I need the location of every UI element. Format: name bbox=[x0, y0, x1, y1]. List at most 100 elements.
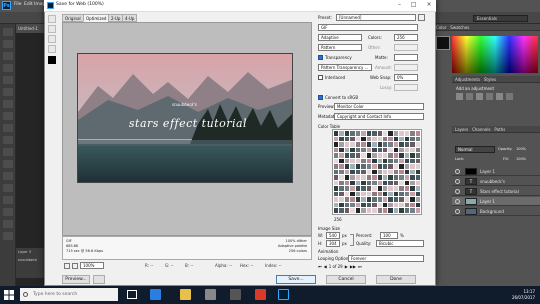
color-table-swatch[interactable] bbox=[372, 186, 377, 191]
cancel-button[interactable]: Cancel bbox=[326, 275, 366, 284]
color-table-swatch[interactable] bbox=[350, 147, 355, 153]
color-table-swatch[interactable] bbox=[382, 208, 388, 213]
color-table-swatch[interactable] bbox=[399, 136, 404, 142]
color-table-swatch[interactable] bbox=[339, 197, 344, 202]
eraser-tool-icon[interactable] bbox=[3, 148, 13, 156]
color-table-swatch[interactable] bbox=[334, 131, 339, 136]
color-table-swatch[interactable] bbox=[377, 142, 382, 147]
color-table-swatch[interactable] bbox=[410, 186, 415, 191]
color-table-swatch[interactable] bbox=[388, 136, 393, 142]
color-table-swatch[interactable] bbox=[410, 147, 415, 153]
eye-icon[interactable] bbox=[455, 209, 460, 214]
color-table[interactable] bbox=[332, 129, 422, 215]
maximize-icon[interactable]: □ bbox=[411, 1, 417, 8]
color-table-swatch[interactable] bbox=[350, 153, 355, 158]
color-table-swatch[interactable] bbox=[366, 169, 372, 175]
color-table-swatch[interactable] bbox=[339, 169, 344, 175]
preset-select[interactable]: [Unnamed] bbox=[336, 14, 416, 21]
blur-tool-icon[interactable] bbox=[3, 172, 13, 180]
color-table-swatch[interactable] bbox=[355, 131, 361, 136]
color-table-swatch[interactable] bbox=[393, 197, 399, 202]
color-table-swatch[interactable] bbox=[334, 164, 339, 169]
color-table-swatch[interactable] bbox=[415, 164, 420, 169]
color-table-swatch[interactable] bbox=[377, 180, 382, 186]
color-table-swatch[interactable] bbox=[339, 175, 344, 180]
preview-button[interactable]: Preview... bbox=[62, 275, 90, 284]
color-table-swatch[interactable] bbox=[344, 191, 350, 197]
eyedropper-color-swatch[interactable] bbox=[48, 56, 56, 64]
color-table-swatch[interactable] bbox=[404, 175, 410, 180]
file-explorer-icon[interactable] bbox=[180, 289, 191, 300]
color-table-swatch[interactable] bbox=[366, 131, 372, 136]
file-format-select[interactable]: GIF bbox=[318, 24, 418, 31]
color-table-swatch[interactable] bbox=[350, 158, 355, 164]
color-table-swatch[interactable] bbox=[377, 202, 382, 208]
interlaced-checkbox[interactable] bbox=[318, 75, 323, 80]
color-table-swatch[interactable] bbox=[382, 169, 388, 175]
color-table-swatch[interactable] bbox=[382, 175, 388, 180]
minimize-icon[interactable]: – bbox=[398, 1, 401, 8]
color-table-swatch[interactable] bbox=[372, 180, 377, 186]
color-table-swatch[interactable] bbox=[339, 153, 344, 158]
color-table-swatch[interactable] bbox=[404, 142, 410, 147]
color-table-swatch[interactable] bbox=[361, 180, 366, 186]
color-table-swatch[interactable] bbox=[339, 208, 344, 213]
color-table-swatch[interactable] bbox=[399, 180, 404, 186]
color-table-swatch[interactable] bbox=[382, 186, 388, 191]
color-table-swatch[interactable] bbox=[393, 158, 399, 164]
color-table-swatch[interactable] bbox=[388, 186, 393, 191]
color-table-swatch[interactable] bbox=[339, 186, 344, 191]
metadata-select[interactable]: Copyright and Contact Info bbox=[334, 113, 424, 120]
color-table-swatch[interactable] bbox=[415, 158, 420, 164]
color-table-swatch[interactable] bbox=[350, 175, 355, 180]
brush-tool-icon[interactable] bbox=[3, 112, 13, 120]
color-table-swatch[interactable] bbox=[393, 136, 399, 142]
color-table-swatch[interactable] bbox=[372, 153, 377, 158]
photoshop-taskbar-icon[interactable] bbox=[278, 289, 289, 300]
color-table-swatch[interactable] bbox=[361, 169, 366, 175]
color-table-swatch[interactable] bbox=[372, 131, 377, 136]
color-table-swatch[interactable] bbox=[355, 202, 361, 208]
color-table-swatch[interactable] bbox=[334, 175, 339, 180]
color-table-swatch[interactable] bbox=[382, 158, 388, 164]
color-table-swatch[interactable] bbox=[339, 180, 344, 186]
color-table-swatch[interactable] bbox=[410, 208, 415, 213]
heal-tool-icon[interactable] bbox=[3, 100, 13, 108]
color-table-swatch[interactable] bbox=[366, 147, 372, 153]
color-table-swatch[interactable] bbox=[410, 164, 415, 169]
eyedropper-tool-icon[interactable] bbox=[3, 88, 13, 96]
color-table-swatch[interactable] bbox=[339, 202, 344, 208]
color-table-swatch[interactable] bbox=[404, 180, 410, 186]
color-table-swatch[interactable] bbox=[382, 164, 388, 169]
color-table-swatch[interactable] bbox=[393, 142, 399, 147]
color-table-swatch[interactable] bbox=[415, 175, 420, 180]
color-table-swatch[interactable] bbox=[399, 208, 404, 213]
slice-select-tool-icon[interactable] bbox=[48, 25, 56, 33]
eye-icon[interactable] bbox=[455, 169, 460, 174]
color-table-swatch[interactable] bbox=[388, 169, 393, 175]
color-table-swatch[interactable] bbox=[393, 153, 399, 158]
shape-tool-icon[interactable] bbox=[3, 232, 13, 240]
color-table-swatch[interactable] bbox=[410, 136, 415, 142]
stamp-tool-icon[interactable] bbox=[3, 124, 13, 132]
dodge-tool-icon[interactable] bbox=[3, 184, 13, 192]
color-table-swatch[interactable] bbox=[366, 136, 372, 142]
color-table-swatch[interactable] bbox=[355, 136, 361, 142]
color-table-swatch[interactable] bbox=[415, 131, 420, 136]
marquee-tool-icon[interactable] bbox=[3, 40, 13, 48]
windows-start-icon[interactable] bbox=[3, 289, 15, 301]
color-table-swatch[interactable] bbox=[372, 197, 377, 202]
crop-tool-icon[interactable] bbox=[3, 76, 13, 84]
zoom-tool-icon[interactable] bbox=[48, 35, 56, 43]
zoom-out-button[interactable] bbox=[64, 263, 70, 269]
preview-select[interactable]: Monitor Color bbox=[334, 103, 424, 110]
color-table-swatch[interactable] bbox=[339, 158, 344, 164]
color-table-swatch[interactable] bbox=[339, 164, 344, 169]
wand-tool-icon[interactable] bbox=[3, 64, 13, 72]
brightness-icon[interactable] bbox=[456, 93, 463, 100]
color-table-swatch[interactable] bbox=[410, 202, 415, 208]
dither-algorithm-select[interactable]: Pattern bbox=[318, 44, 362, 51]
transparency-dither-select[interactable]: Pattern Transparency ... bbox=[318, 64, 372, 71]
color-table-swatch[interactable] bbox=[393, 180, 399, 186]
opacity-value[interactable]: 100% bbox=[516, 147, 526, 151]
